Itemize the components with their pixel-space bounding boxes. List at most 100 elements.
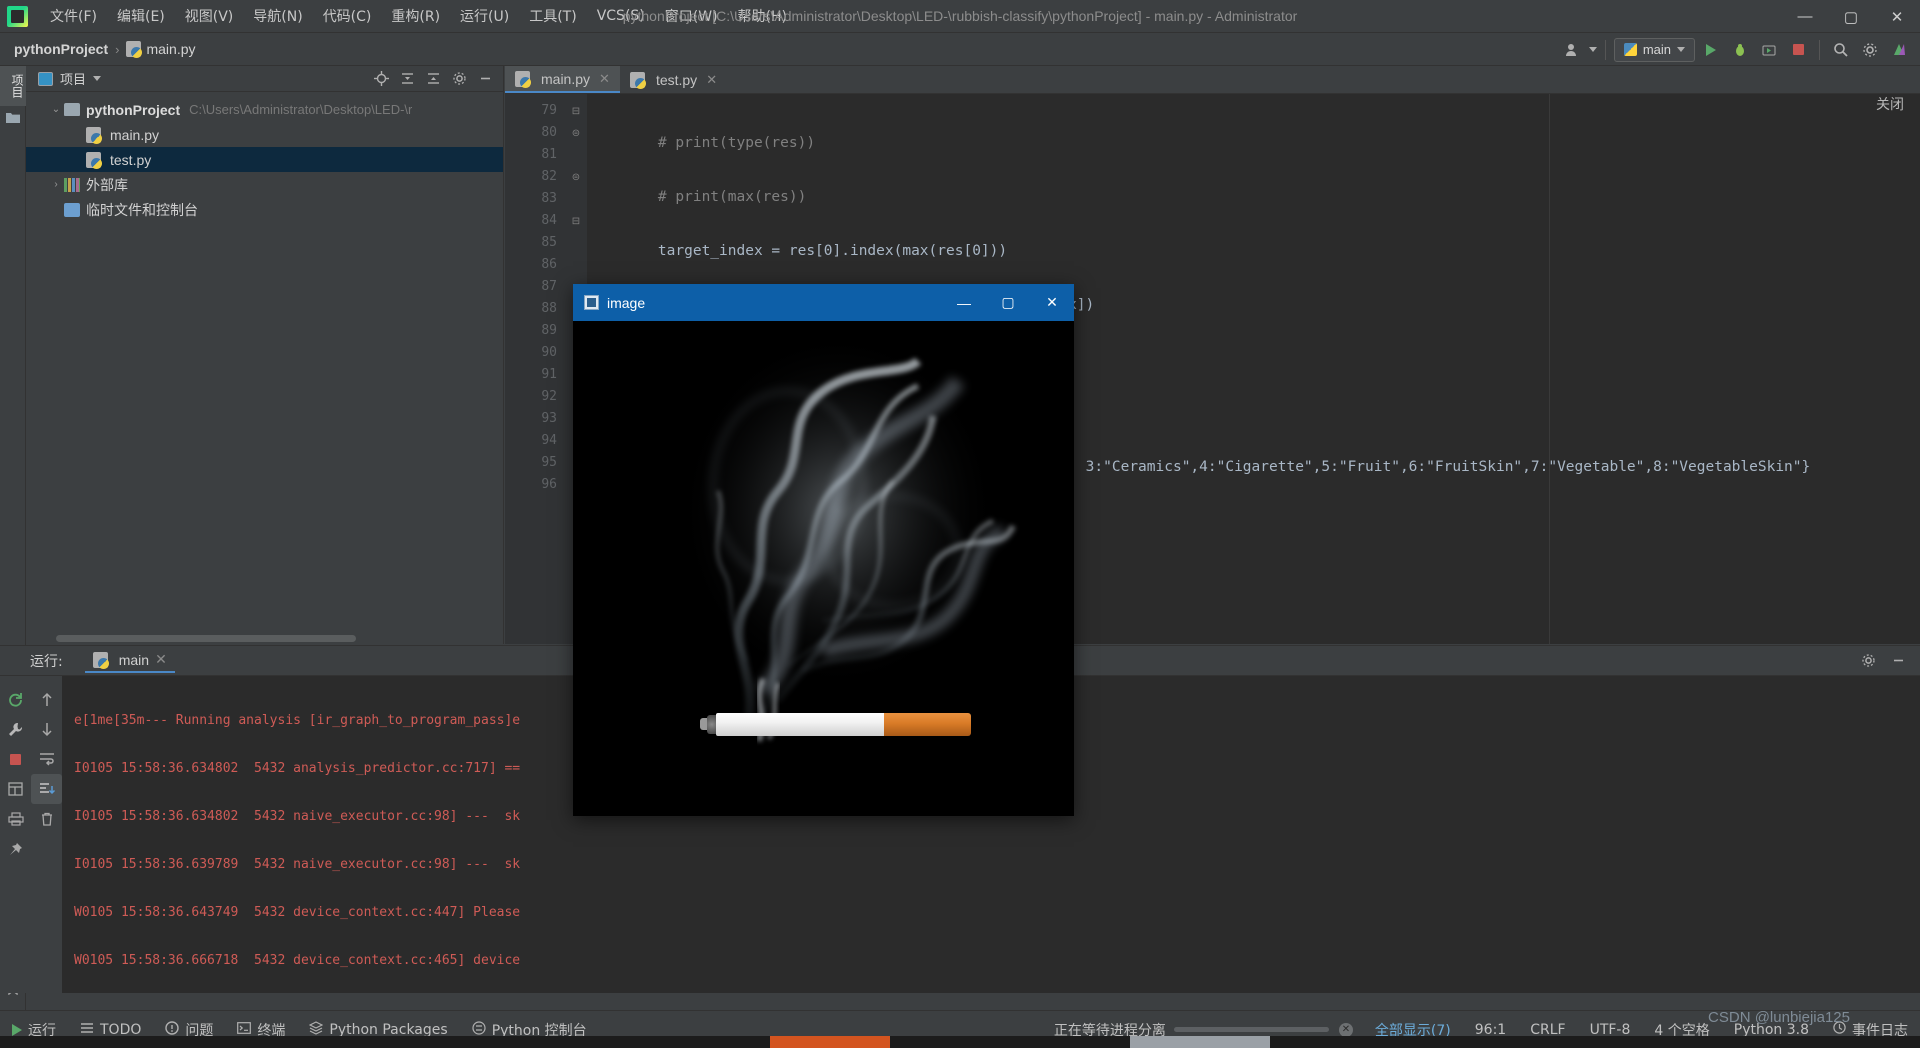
cancel-progress-icon[interactable]: ✕	[1338, 1022, 1353, 1037]
console-line: W0105 15:58:36.666718 5432 device_contex…	[74, 953, 521, 968]
up-arrow-icon[interactable]	[31, 684, 62, 714]
settings-icon[interactable]	[1857, 37, 1883, 63]
run-coverage-icon[interactable]	[1756, 37, 1782, 63]
fold-marker[interactable]: ⊜	[565, 122, 587, 144]
progress-bar	[1173, 1027, 1329, 1032]
project-horizontal-scrollbar[interactable]	[56, 635, 356, 642]
tree-row-main-py[interactable]: main.py	[26, 122, 503, 147]
trash-icon[interactable]	[31, 804, 62, 834]
settings-icon[interactable]	[1856, 650, 1880, 672]
stop-icon[interactable]	[0, 744, 31, 774]
tool-tab-project[interactable]: 项目	[0, 66, 26, 106]
chevron-down-icon[interactable]	[93, 76, 102, 81]
menu-view[interactable]: 视图(V)	[175, 2, 244, 30]
chevron-down-icon[interactable]: ⌄	[48, 104, 64, 115]
account-icon[interactable]	[1560, 37, 1586, 63]
editor-tab-bar: main.py ✕ test.py ✕	[505, 66, 1920, 94]
scroll-to-end-icon[interactable]	[31, 774, 62, 804]
image-maximize-button[interactable]: ▢	[986, 284, 1030, 321]
close-icon[interactable]: ✕	[599, 71, 610, 87]
tree-row-external-libraries[interactable]: › 外部库	[26, 172, 503, 197]
image-close-button[interactable]: ✕	[1030, 284, 1074, 321]
image-window-title-bar[interactable]: image — ▢ ✕	[573, 284, 1074, 321]
fold-marker[interactable]: ⊟	[565, 100, 587, 122]
wrench-icon[interactable]	[0, 714, 31, 744]
hide-panel-icon[interactable]	[473, 68, 497, 90]
menu-file[interactable]: 文件(F)	[40, 2, 107, 30]
tree-row-scratches[interactable]: 临时文件和控制台	[26, 197, 503, 222]
close-button[interactable]: ✕	[1874, 0, 1920, 33]
maximize-button[interactable]: ▢	[1828, 0, 1874, 33]
run-tab-main[interactable]: main ✕	[84, 648, 175, 673]
close-icon[interactable]: ✕	[155, 651, 167, 668]
toolbar-divider	[1604, 39, 1606, 60]
editor-split-divider	[1549, 94, 1550, 644]
pin-icon[interactable]	[0, 834, 31, 864]
menu-edit[interactable]: 编辑(E)	[107, 2, 175, 30]
pycharm-logo-icon	[7, 5, 28, 27]
editor-tab-label: test.py	[655, 71, 698, 88]
title-bar: 文件(F) 编辑(E) 视图(V) 导航(N) 代码(C) 重构(R) 运行(U…	[0, 0, 1920, 33]
tree-label-external-libraries: 外部库	[86, 176, 128, 193]
fold-marker[interactable]: ⊟	[565, 210, 587, 232]
line-number: 80	[541, 125, 557, 140]
minimize-button[interactable]: —	[1782, 0, 1828, 33]
pycharm-window: 文件(F) 编辑(E) 视图(V) 导航(N) 代码(C) 重构(R) 运行(U…	[0, 0, 1920, 1048]
project-tool-window: 项目 ⌄ pythonProject C:\Users\Administrato…	[26, 66, 504, 644]
image-minimize-button[interactable]: —	[942, 284, 986, 321]
run-button[interactable]	[1698, 37, 1724, 63]
python-file-icon	[629, 71, 646, 89]
fold-marker[interactable]: ⊜	[565, 166, 587, 188]
debug-icon[interactable]	[1727, 37, 1753, 63]
cigarette-object	[700, 713, 971, 736]
breadcrumb: pythonProject › main.py	[0, 41, 196, 58]
tree-row-test-py[interactable]: test.py	[26, 147, 503, 172]
taskbar-item-grey	[1130, 1036, 1270, 1048]
python-file-icon	[86, 126, 102, 144]
collapse-all-icon[interactable]	[421, 68, 445, 90]
breadcrumb-file[interactable]: main.py	[146, 41, 195, 57]
toolbar-divider-2	[1819, 39, 1820, 60]
cigarette-filter	[884, 713, 971, 736]
menu-help[interactable]: 帮助(H)	[728, 2, 797, 30]
run-configuration-selector[interactable]: main	[1613, 37, 1695, 62]
updates-icon[interactable]	[1886, 37, 1912, 63]
python-file-icon	[86, 151, 102, 169]
menu-refactor[interactable]: 重构(R)	[381, 2, 450, 30]
line-number: 82	[541, 169, 557, 184]
menu-window[interactable]: 窗口(W)	[655, 2, 728, 30]
breadcrumb-project[interactable]: pythonProject	[14, 41, 108, 57]
editor-tab-test-py[interactable]: test.py ✕	[620, 66, 727, 93]
settings-icon[interactable]	[447, 68, 471, 90]
close-link[interactable]: 关闭	[1876, 94, 1904, 114]
project-tree: ⌄ pythonProject C:\Users\Administrator\D…	[26, 92, 503, 222]
hide-panel-icon[interactable]	[1886, 650, 1910, 672]
stop-button[interactable]	[1785, 37, 1811, 63]
expand-all-icon[interactable]	[395, 68, 419, 90]
image-viewer-window[interactable]: image — ▢ ✕	[573, 284, 1074, 816]
down-arrow-icon[interactable]	[31, 714, 62, 744]
menu-run[interactable]: 运行(U)	[450, 2, 519, 30]
menu-vcs[interactable]: VCS(S)	[587, 4, 655, 28]
editor-tab-main-py[interactable]: main.py ✕	[505, 66, 620, 93]
folder-icon[interactable]	[0, 106, 26, 130]
menu-code[interactable]: 代码(C)	[313, 2, 382, 30]
menu-navigate[interactable]: 导航(N)	[243, 2, 312, 30]
line-number: 95	[541, 455, 557, 470]
print-icon[interactable]	[0, 804, 31, 834]
line-number: 91	[541, 367, 557, 382]
tree-row-pythonproject[interactable]: ⌄ pythonProject C:\Users\Administrator\D…	[26, 97, 503, 122]
chevron-right-icon[interactable]: ›	[48, 179, 64, 190]
menu-tools[interactable]: 工具(T)	[519, 2, 586, 30]
locate-icon[interactable]	[369, 68, 393, 90]
rerun-icon[interactable]	[0, 684, 31, 714]
account-chevron-down-icon[interactable]	[1588, 47, 1597, 52]
run-panel-actions	[1856, 650, 1920, 672]
close-icon[interactable]: ✕	[706, 72, 717, 88]
search-icon[interactable]	[1828, 37, 1854, 63]
grid-icon[interactable]	[0, 774, 31, 804]
wrap-text-icon[interactable]	[31, 744, 62, 774]
line-number: 88	[541, 301, 557, 316]
project-panel-title-group[interactable]: 项目	[38, 69, 102, 88]
